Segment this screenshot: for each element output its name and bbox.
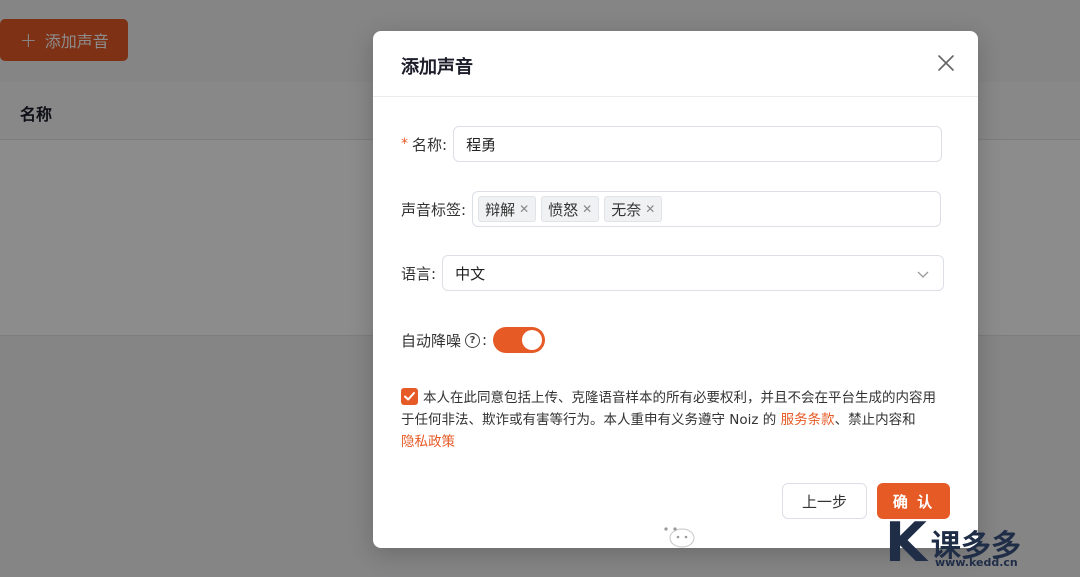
dialog-title: 添加声音 (401, 57, 473, 78)
wechat-watermark: 公众号 · 九遇 (656, 518, 835, 550)
name-label: * 名称: (401, 134, 447, 155)
chevron-down-icon (917, 271, 929, 278)
brand-logo-letter: K (885, 511, 927, 574)
close-icon[interactable]: ✕ (645, 202, 655, 216)
previous-step-button[interactable]: 上一步 (782, 483, 867, 519)
name-row: * 名称: 程勇 (401, 126, 950, 162)
denoise-toggle[interactable] (493, 327, 546, 353)
language-select[interactable]: 中文 (442, 255, 945, 291)
wechat-watermark-text: 公众号 · 九遇 (704, 524, 835, 549)
close-icon[interactable]: ✕ (582, 202, 592, 216)
language-label: 语言: (401, 264, 437, 283)
dialog-header: 添加声音 (373, 31, 978, 97)
denoise-colon: : (482, 331, 488, 349)
name-input[interactable]: 程勇 (453, 126, 943, 162)
add-voice-dialog: 添加声音 * 名称: 程勇 声音标签: 辩解 ✕ 愤怒 ✕ 无奈 ✕ 语言: 中… (373, 31, 978, 548)
name-label-text: 名称: (412, 135, 448, 154)
denoise-label: 自动降噪 ? : (401, 330, 487, 351)
wechat-icon (658, 521, 695, 548)
terms-of-service-link[interactable]: 服务条款 (781, 412, 835, 428)
tag-chip: 无奈 ✕ (604, 196, 663, 222)
toggle-knob (522, 330, 543, 350)
consent-checkbox[interactable] (401, 388, 418, 405)
tags-input[interactable]: 辩解 ✕ 愤怒 ✕ 无奈 ✕ (472, 191, 942, 227)
privacy-policy-link[interactable]: 隐私政策 (401, 434, 455, 450)
tag-label: 无奈 (611, 200, 642, 219)
language-select-value: 中文 (455, 264, 486, 283)
language-row: 语言: 中文 (401, 255, 950, 291)
required-asterisk: * (401, 136, 408, 152)
consent-text-middle: 、禁止内容和 (834, 412, 916, 428)
brand-url: www.kedd.cn (935, 556, 1018, 569)
check-icon (404, 392, 415, 401)
close-icon[interactable] (936, 53, 956, 73)
tag-chip: 愤怒 ✕ (541, 196, 600, 222)
denoise-row: 自动降噪 ? : (401, 327, 950, 353)
tags-row: 声音标签: 辩解 ✕ 愤怒 ✕ 无奈 ✕ (401, 191, 950, 227)
consent-text-block: 本人在此同意包括上传、克隆语音样本的所有必要权利，并且不会在平台生成的内容用于任… (401, 387, 948, 453)
tag-chip: 辩解 ✕ (478, 196, 537, 222)
tag-label: 愤怒 (548, 200, 579, 219)
question-circle-icon[interactable]: ? (465, 332, 481, 348)
name-input-value: 程勇 (466, 135, 497, 154)
close-icon[interactable]: ✕ (519, 202, 529, 216)
tags-label: 声音标签: (401, 200, 467, 219)
denoise-label-text: 自动降噪 (401, 331, 462, 350)
tag-label: 辩解 (485, 200, 516, 219)
